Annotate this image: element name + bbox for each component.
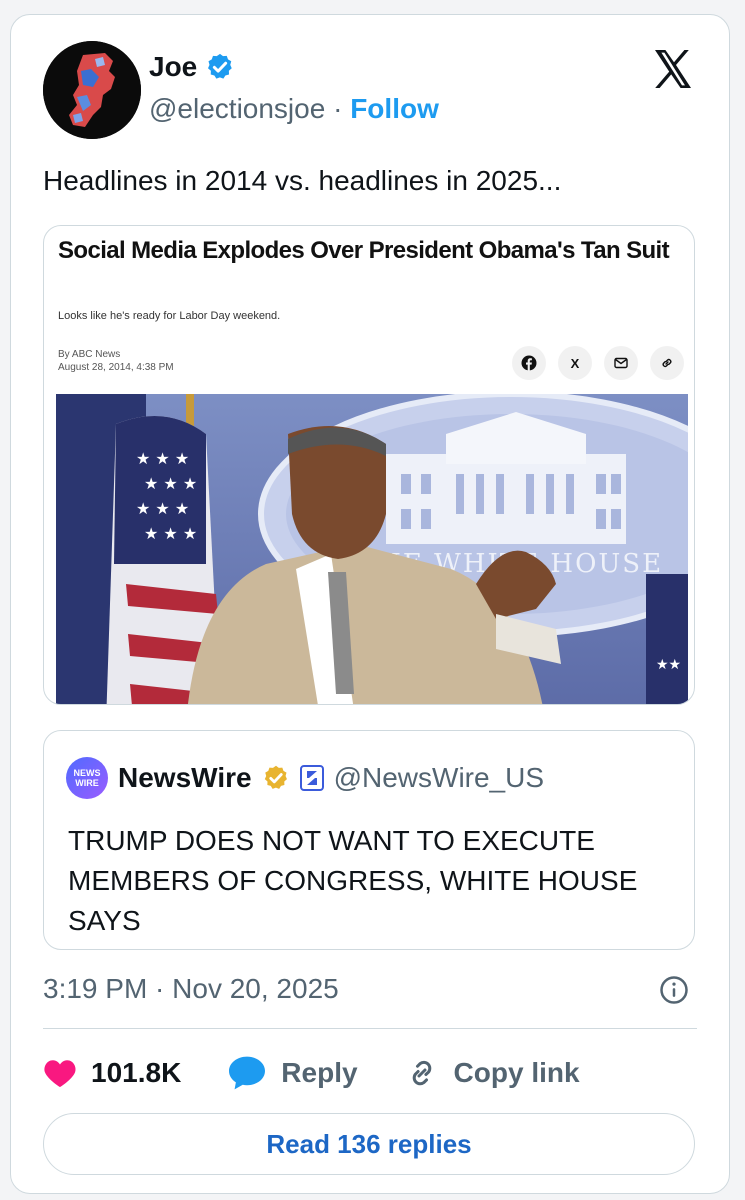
tweet-timestamp[interactable]: 3:19 PM · Nov 20, 2025 [43, 973, 339, 1005]
quoted-tweet-text: TRUMP DOES NOT WANT TO EXECUTE MEMBERS O… [68, 825, 638, 936]
reply-bubble-icon [229, 1056, 266, 1090]
info-icon[interactable] [659, 975, 689, 1005]
article-byline: By ABC News August 28, 2014, 4:38 PM [58, 348, 174, 374]
link-icon [412, 1060, 431, 1086]
action-bar: 101.8K Reply Copy link [43, 1055, 626, 1091]
read-replies-button[interactable]: Read 136 replies [43, 1113, 695, 1175]
separator: · [333, 93, 343, 124]
verified-badge-icon [208, 53, 232, 79]
x-share-label: X [570, 355, 580, 371]
like-button[interactable]: 101.8K [43, 1057, 181, 1089]
tweet-card: Joe @electionsjoe · Follow Headlines in … [10, 14, 730, 1194]
affiliate-badge-icon [299, 765, 324, 791]
author-row: Joe [149, 51, 235, 83]
x-logo-icon[interactable] [649, 45, 697, 93]
handle-row: @electionsjoe · Follow [149, 93, 439, 125]
author-handle[interactable]: @electionsjoe [149, 93, 325, 124]
reply-button[interactable]: Reply [227, 1055, 358, 1091]
article-headline: Social Media Explodes Over President Oba… [58, 237, 670, 264]
byline-date: August 28, 2014, 4:38 PM [58, 362, 174, 373]
gold-verified-badge-icon [264, 765, 287, 789]
reply-label: Reply [281, 1057, 358, 1088]
share-buttons: X [512, 346, 684, 380]
copy-link-label: Copy link [453, 1057, 580, 1088]
divider [43, 1028, 697, 1029]
like-count: 101.8K [91, 1057, 182, 1088]
article-embed[interactable]: Social Media Explodes Over President Oba… [43, 225, 695, 705]
author-name[interactable]: Joe [149, 51, 197, 83]
quoted-author-handle[interactable]: @NewsWire_US [334, 762, 544, 794]
mail-icon[interactable] [604, 346, 638, 380]
svg-text:★ ★ ★: ★ ★ ★ [136, 449, 189, 468]
svg-text:★★: ★★ [656, 657, 681, 673]
svg-text:★ ★ ★: ★ ★ ★ [144, 524, 197, 543]
quoted-author-name[interactable]: NewsWire [118, 762, 252, 794]
heart-icon [44, 1060, 76, 1088]
article-subhead: Looks like he's ready for Labor Day week… [58, 310, 281, 322]
facebook-icon[interactable] [512, 346, 546, 380]
tweet-text: Headlines in 2014 vs. headlines in 2025.… [43, 165, 562, 196]
follow-button[interactable]: Follow [350, 93, 439, 124]
byline-source: By ABC News [58, 349, 121, 360]
quoted-tweet-header: NEWS WIRE NewsWire @NewsWire_US [66, 757, 544, 799]
x-icon[interactable]: X [558, 346, 592, 380]
svg-text:★ ★ ★: ★ ★ ★ [144, 474, 197, 493]
quoted-tweet[interactable]: NEWS WIRE NewsWire @NewsWire_US TRUMP DO… [43, 730, 695, 950]
link-icon[interactable] [650, 346, 684, 380]
article-photo: THE WHITE HOUSE ★ ★ ★★ ★ ★★ ★ ★★ ★ ★ ★★ [56, 394, 688, 704]
newswire-avatar[interactable]: NEWS WIRE [66, 757, 108, 799]
svg-text:★ ★ ★: ★ ★ ★ [136, 499, 189, 518]
avatar[interactable] [43, 41, 141, 139]
copy-link-button[interactable]: Copy link [404, 1055, 580, 1091]
